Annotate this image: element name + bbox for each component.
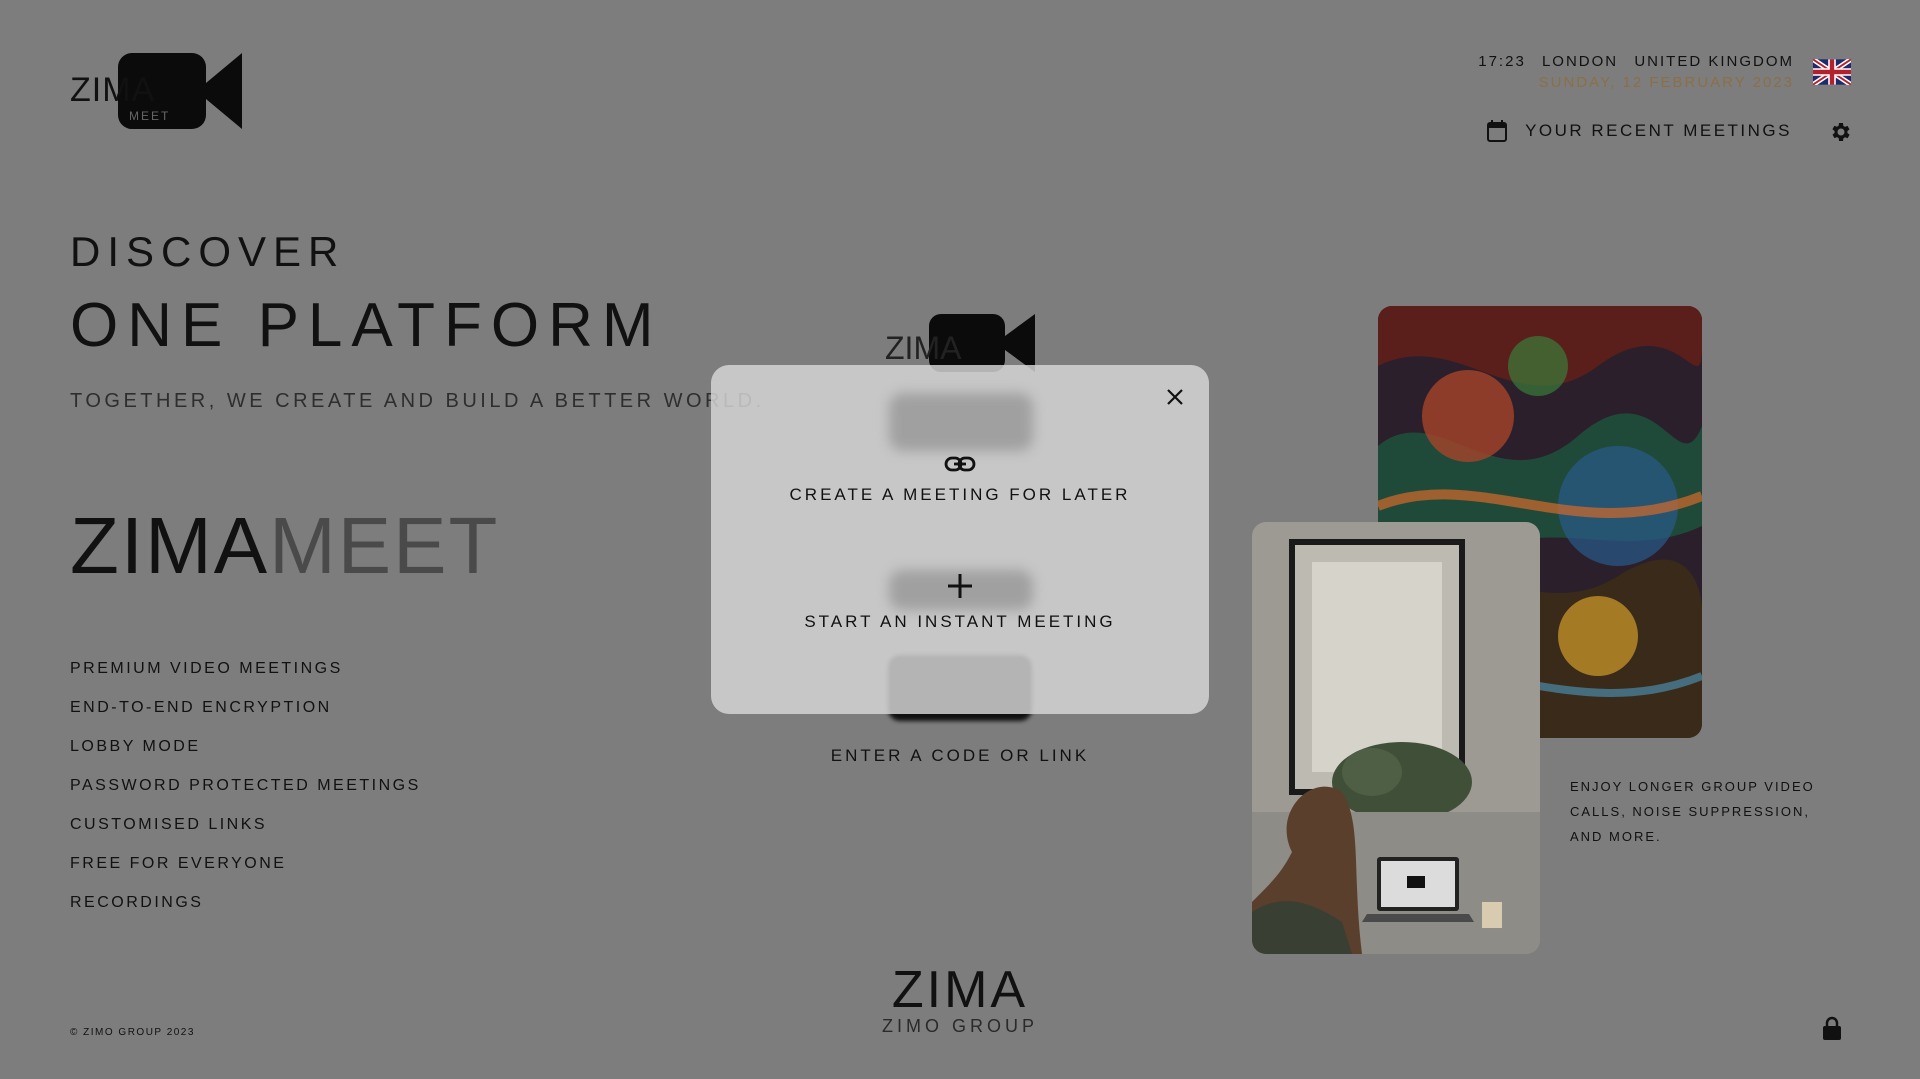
feature-item: END-TO-END ENCRYPTION: [70, 699, 332, 716]
center-logo-word: ZIMA: [885, 330, 962, 366]
gear-icon[interactable]: [1828, 120, 1852, 144]
new-meeting-modal: CREATE A MEETING FOR LATER START AN INST…: [711, 365, 1209, 714]
create-meeting-later-label: CREATE A MEETING FOR LATER: [789, 485, 1131, 504]
hero-eyebrow: DISCOVER: [70, 228, 346, 275]
plus-icon: [948, 574, 972, 598]
zima-meet-wordmark: ZIMAMEET: [70, 500, 499, 590]
calendar-icon: [1487, 120, 1508, 142]
wordmark-secondary: MEET: [269, 501, 500, 590]
feature-item: FREE FOR EVERYONE: [70, 855, 287, 872]
footer-logo-word: ZIMA: [891, 961, 1029, 1019]
feature-list: PREMIUM VIDEO MEETINGS END-TO-END ENCRYP…: [70, 660, 421, 933]
footer-company-name: ZIMO GROUP: [882, 1016, 1038, 1036]
logo-word: ZIMA: [70, 71, 156, 109]
wordmark-primary: ZIMA: [70, 501, 270, 590]
location-clock: 17:23 LONDON UNITED KINGDOM SUNDAY, 12 F…: [1468, 53, 1794, 91]
feature-item: LOBBY MODE: [70, 738, 201, 755]
recent-meetings-link[interactable]: YOUR RECENT MEETINGS: [1487, 120, 1792, 142]
logo-sub: MEET: [129, 109, 171, 123]
link-icon: [944, 456, 976, 472]
clock-time: 17:23: [1478, 53, 1526, 70]
copyright: © ZIMO GROUP 2023: [70, 1027, 195, 1038]
woman-laptop-photo: [1252, 522, 1540, 954]
lock-icon[interactable]: [1822, 1016, 1842, 1040]
create-meeting-later-button[interactable]: CREATE A MEETING FOR LATER: [711, 455, 1209, 505]
start-instant-meeting-label: START AN INSTANT MEETING: [804, 612, 1116, 631]
start-instant-meeting-button[interactable]: START AN INSTANT MEETING: [711, 572, 1209, 632]
enter-code-link[interactable]: ENTER A CODE OR LINK: [830, 746, 1090, 766]
feature-item: PREMIUM VIDEO MEETINGS: [70, 660, 343, 677]
uk-flag-icon[interactable]: [1813, 59, 1851, 85]
recent-meetings-label: YOUR RECENT MEETINGS: [1525, 121, 1792, 140]
close-icon[interactable]: [1163, 385, 1187, 409]
background-button-shadow: [889, 393, 1033, 451]
hero-headline: ONE PLATFORM: [70, 291, 663, 360]
feature-item: CUSTOMISED LINKS: [70, 816, 268, 833]
clock-city: LONDON: [1541, 53, 1619, 70]
feature-item: PASSWORD PROTECTED MEETINGS: [70, 777, 421, 794]
zimo-group-logo: ZIMA ZIMO GROUP: [880, 960, 1040, 1037]
promo-text: ENJOY LONGER GROUP VIDEO CALLS, NOISE SU…: [1570, 779, 1815, 844]
clock-date: SUNDAY, 12 FEBRUARY 2023: [1538, 74, 1794, 91]
zima-meet-logo[interactable]: ZIMA MEET: [70, 53, 242, 131]
hero-tagline: TOGETHER, WE CREATE AND BUILD A BETTER W…: [70, 390, 765, 412]
feature-item: RECORDINGS: [70, 894, 204, 911]
clock-country: UNITED KINGDOM: [1634, 53, 1794, 70]
